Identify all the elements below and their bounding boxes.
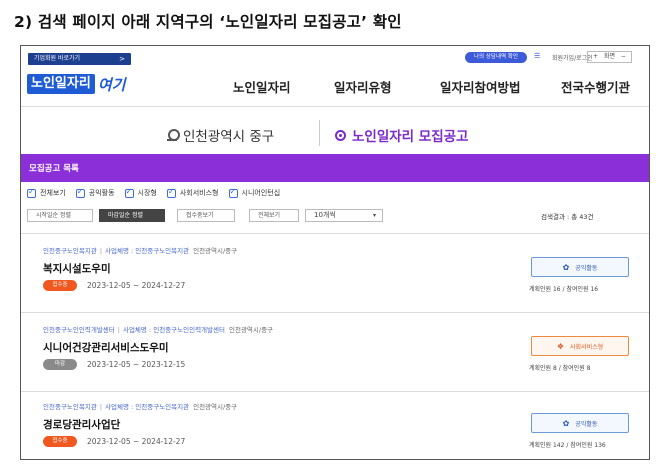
list-header-band: 모집공고 목록 — [21, 154, 649, 182]
job-company: 사업체명 : 인천중구노인인력개발센터 — [122, 326, 225, 334]
job-card[interactable]: 인천중구노인복지관 | 사업체명 : 인천중구노인복지관 인천광역시/중구 복지시설도… — [21, 245, 649, 315]
job-meta: 인천중구노인인력개발센터 | 사업체명 : 인천중구노인인력개발센터 인천광역시/중구 — [43, 326, 274, 334]
list-divider — [21, 391, 649, 392]
job-counts: 계획인원 142 / 참여인원 136 — [529, 442, 606, 449]
filter-social-service[interactable]: 사회서비스형 — [166, 187, 219, 198]
job-org: 인천중구노인복지관 — [43, 247, 97, 255]
location-label: 인천광역시 중구 — [183, 129, 275, 145]
job-org: 인천중구노인복지관 — [43, 403, 97, 411]
list-title: 모집공고 목록 — [29, 164, 79, 174]
tab-divider — [319, 120, 320, 146]
tab-label: 노인일자리 모집공고 — [352, 129, 469, 145]
show-all-button[interactable]: 전체보기 — [249, 209, 299, 222]
status-badge: 접수중 — [43, 436, 77, 447]
job-type-label: 사회서비스형 — [570, 343, 604, 351]
job-title[interactable]: 복지시설도우미 — [43, 261, 111, 276]
show-open-button[interactable]: 접수중보기 — [177, 209, 235, 222]
job-org: 인천중구노인인력개발센터 — [43, 326, 115, 334]
job-type-label: 공익활동 — [575, 264, 598, 272]
zoom-out-button[interactable]: − — [621, 53, 626, 60]
job-card[interactable]: 인천중구노인인력개발센터 | 사업체명 : 인천중구노인인력개발센터 인천광역시/중구… — [21, 324, 649, 394]
job-region: 인천광역시/중구 — [228, 326, 274, 334]
nav-item-how-to-join[interactable]: 일자리참여방법 — [440, 77, 521, 96]
gear-icon: ✿ — [562, 262, 570, 272]
filter-all[interactable]: 전체보기 — [27, 187, 66, 198]
job-region: 인천광역시/중구 — [193, 403, 238, 411]
filter-label: 시니어인턴십 — [241, 189, 281, 197]
checkbox-checked-icon[interactable] — [166, 187, 176, 198]
job-company: 사업체명 : 인천중구노인복지관 — [105, 403, 190, 411]
filter-senior-intern[interactable]: 시니어인턴십 — [228, 187, 281, 198]
filter-checkboxes: 전체보기 공익활동 시장형 사회서비스형 시니어인턴십 — [27, 187, 281, 198]
job-meta: 인천중구노인복지관 | 사업체명 : 인천중구노인복지관 인천광역시/중구 — [43, 247, 238, 255]
filter-label: 시장형 — [137, 189, 157, 197]
page-heading: 2) 검색 페이지 아래 지역구의 ‘노인일자리 모집공고’ 확인 — [14, 13, 402, 31]
job-meta: 인천중구노인복지관 | 사업체명 : 인천중구노인복지관 인천광역시/중구 — [43, 403, 238, 411]
job-counts: 계획인원 16 / 참여인원 16 — [529, 286, 599, 293]
job-title[interactable]: 시니어건강관리서비스도우미 — [43, 340, 169, 355]
filter-label: 공익활동 — [88, 189, 115, 197]
result-count: 검색결과 : 총 43건 — [541, 213, 594, 221]
filter-market-type[interactable]: 시장형 — [124, 187, 157, 198]
nav-item-senior-jobs[interactable]: 노인일자리 — [233, 77, 291, 96]
job-dates: 2023-12-05 ~ 2024-12-27 — [87, 437, 186, 446]
utility-bar: 기업회원 바로가기 > 나의 상담내역 확인 ☰ 회원가입/로그인 + 화면 − — [21, 46, 649, 68]
job-card[interactable]: 인천중구노인복지관 | 사업체명 : 인천중구노인복지관 인천광역시/중구 경로당관리… — [21, 401, 649, 459]
status-badge: 접수중 — [43, 280, 77, 291]
gear-icon: ✿ — [562, 418, 570, 428]
list-divider — [21, 312, 649, 313]
per-page-select[interactable]: 10개씩 ▾ — [305, 209, 383, 222]
location-pin-icon — [167, 129, 180, 141]
sort-by-deadline-button[interactable]: 마감일순 정렬 — [99, 209, 165, 222]
job-dates: 2023-12-05 ~ 2024-12-27 — [87, 281, 186, 290]
zoom-control: + 화면 − — [587, 51, 632, 63]
checkbox-checked-icon[interactable] — [27, 187, 36, 198]
nav-item-job-types[interactable]: 일자리유형 — [334, 77, 392, 96]
per-page-value: 10개씩 — [314, 211, 336, 219]
job-type-button[interactable]: ✿ 공익활동 — [531, 413, 629, 433]
job-dates: 2023-12-05 ~ 2023-12-15 — [87, 360, 186, 369]
job-counts: 계획인원 8 / 참여인원 8 — [529, 365, 591, 372]
filter-label: 사회서비스형 — [179, 189, 219, 197]
quick-link-label: 기업회원 바로가기 — [34, 55, 81, 62]
nav-item-agencies[interactable]: 전국수행기관 — [561, 77, 630, 96]
hand-icon: ❖ — [556, 341, 565, 351]
zoom-label: 화면 — [603, 53, 615, 60]
tab-recruitment-notices[interactable]: 노인일자리 모집공고 — [335, 125, 468, 145]
checkbox-checked-icon[interactable] — [75, 187, 85, 198]
status-badge: 마감 — [43, 359, 77, 370]
zoom-in-button[interactable]: + — [593, 53, 598, 60]
menu-icon[interactable]: ☰ — [534, 52, 540, 60]
job-type-button[interactable]: ✿ 공익활동 — [531, 257, 629, 277]
job-type-label: 공익활동 — [575, 420, 598, 428]
logo-text-sub: 여기 — [97, 75, 126, 94]
list-divider — [21, 233, 649, 234]
header-divider — [21, 106, 649, 107]
target-icon — [335, 129, 346, 141]
logo-text-main: 노인일자리 — [27, 74, 95, 94]
job-company: 사업체명 : 인천중구노인복지관 — [105, 247, 190, 255]
job-region: 인천광역시/중구 — [193, 247, 238, 255]
chevron-right-icon: > — [119, 55, 125, 63]
job-type-button[interactable]: ❖ 사회서비스형 — [531, 336, 629, 356]
checkbox-checked-icon[interactable] — [228, 187, 238, 198]
browser-screenshot-frame: 기업회원 바로가기 > 나의 상담내역 확인 ☰ 회원가입/로그인 + 화면 −… — [20, 45, 650, 460]
job-title[interactable]: 경로당관리사업단 — [43, 417, 120, 432]
checkbox-checked-icon[interactable] — [124, 187, 134, 198]
filter-public-service[interactable]: 공익활동 — [75, 187, 115, 198]
chevron-down-icon: ▾ — [372, 212, 376, 219]
location-selector[interactable]: 인천광역시 중구 — [167, 125, 274, 145]
login-pill-button[interactable]: 나의 상담내역 확인 — [465, 52, 527, 63]
sort-by-start-button[interactable]: 시작일순 정렬 — [27, 209, 93, 222]
quick-link-button[interactable]: 기업회원 바로가기 > — [28, 53, 131, 65]
site-logo[interactable]: 노인일자리 여기 — [27, 73, 125, 95]
filter-label: 전체보기 — [40, 189, 66, 197]
